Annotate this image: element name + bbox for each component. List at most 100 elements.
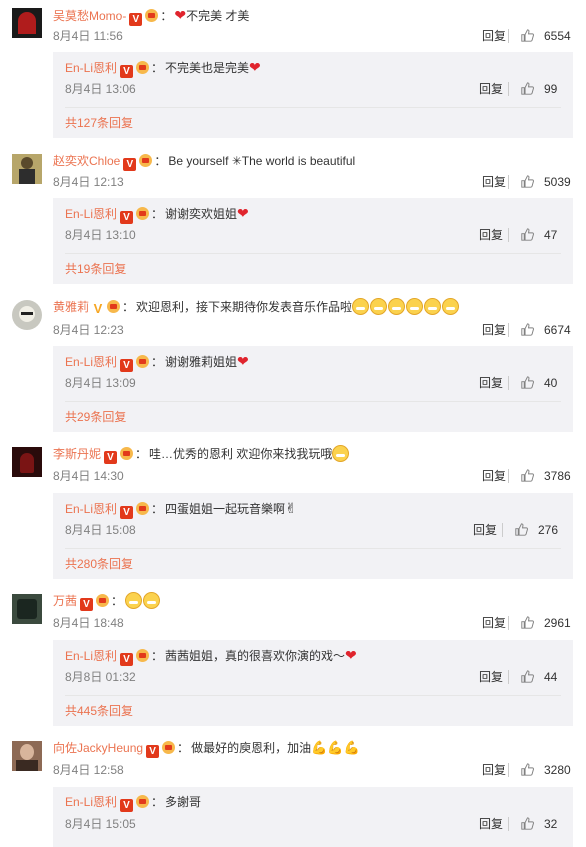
verified-v-icon: V bbox=[120, 359, 134, 372]
reply-like-button[interactable]: 276 bbox=[515, 521, 558, 539]
thumbs-up-icon bbox=[521, 817, 534, 830]
thumbs-up-icon bbox=[521, 175, 534, 188]
verified-v-icon: V bbox=[120, 65, 134, 78]
reply-reply-button[interactable]: 回复 bbox=[479, 668, 503, 686]
reply-button[interactable]: 回复 bbox=[482, 763, 506, 777]
comment-text: 哇…优秀的恩利 欢迎你来找我玩哦 bbox=[149, 447, 333, 461]
divider bbox=[65, 695, 561, 696]
divider bbox=[65, 107, 561, 108]
avatar[interactable] bbox=[12, 447, 42, 477]
more-replies-link[interactable]: 共445条回复 bbox=[65, 702, 133, 720]
comment-username[interactable]: 赵奕欢Chloe bbox=[53, 154, 120, 168]
like-button[interactable]: 6674 bbox=[521, 321, 571, 339]
thumbs-up-icon bbox=[521, 323, 534, 336]
like-count: 44 bbox=[544, 670, 558, 684]
thumbs-up-icon bbox=[521, 82, 534, 95]
reply-text: 谢谢雅莉姐姐 bbox=[165, 355, 238, 369]
reply-like-button[interactable]: 44 bbox=[521, 668, 557, 686]
comment-username[interactable]: 向佐JackyHeung bbox=[53, 741, 143, 755]
like-button[interactable]: 2961 bbox=[521, 614, 571, 632]
verified-v-icon: V bbox=[120, 653, 134, 666]
like-button[interactable]: 3280 bbox=[521, 761, 571, 779]
heart-emoji: ❤ bbox=[237, 353, 249, 369]
reply-time: 8月4日 15:05 bbox=[65, 817, 136, 831]
reply-thread: En-Li恩利 V：不完美也是完美❤ 8月4日 13:06 回复 99 共127条… bbox=[53, 52, 573, 138]
thumbs-up-icon bbox=[521, 469, 534, 482]
thumbs-up-icon bbox=[521, 228, 534, 241]
reply-button[interactable]: 回复 bbox=[482, 469, 506, 483]
grin-emoji bbox=[388, 298, 406, 315]
reply-thread: En-Li恩利 V：谢谢奕欢姐姐❤ 8月4日 13:10 回复 47 共19条回复 bbox=[53, 198, 573, 284]
comment-actions: 回复 bbox=[482, 27, 514, 45]
avatar[interactable] bbox=[12, 8, 42, 38]
vip-crown-icon bbox=[136, 795, 150, 808]
avatar[interactable] bbox=[12, 300, 42, 330]
reply-like-button[interactable]: 99 bbox=[521, 80, 557, 98]
divider bbox=[508, 376, 509, 390]
more-replies-link[interactable]: 共127条回复 bbox=[65, 114, 133, 132]
reply-username[interactable]: En-Li恩利 bbox=[65, 207, 117, 221]
avatar[interactable] bbox=[12, 741, 42, 771]
reply-time: 8月4日 13:10 bbox=[65, 228, 136, 242]
flexed-biceps-emoji: 💪💪💪 bbox=[311, 740, 360, 755]
comment-text: 不完美 才美 bbox=[186, 9, 250, 23]
more-replies-link[interactable]: 共29条回复 bbox=[65, 408, 126, 426]
like-count: 3280 bbox=[544, 763, 571, 777]
vip-crown-icon bbox=[96, 594, 110, 607]
reply-username[interactable]: En-Li恩利 bbox=[65, 61, 117, 75]
comment-content: 向佐JackyHeung V：做最好的庾恩利，加油💪💪💪 bbox=[53, 740, 360, 758]
reply-reply-button[interactable]: 回复 bbox=[479, 374, 503, 392]
grin-emoji bbox=[352, 298, 370, 315]
comment-time: 8月4日 12:23 bbox=[53, 323, 124, 337]
reply-username[interactable]: En-Li恩利 bbox=[65, 502, 117, 516]
reply-like-button[interactable]: 47 bbox=[521, 226, 557, 244]
reply-text: 四蛋姐姐一起玩音樂啊 bbox=[165, 502, 286, 516]
reply-reply-button[interactable]: 回复 bbox=[473, 521, 497, 539]
comment-username[interactable]: 万茜 bbox=[53, 594, 77, 608]
reply-content: En-Li恩利 V：不完美也是完美❤ bbox=[65, 59, 261, 78]
reply-time: 8月8日 01:32 bbox=[65, 670, 136, 684]
comment-username[interactable]: 李斯丹妮 bbox=[53, 447, 101, 461]
comment-username[interactable]: 黄雅莉 bbox=[53, 300, 89, 314]
reply-username[interactable]: En-Li恩利 bbox=[65, 649, 117, 663]
grin-emoji bbox=[424, 298, 442, 315]
reply-button[interactable]: 回复 bbox=[482, 29, 506, 43]
vip-crown-icon bbox=[145, 9, 159, 22]
comment-time: 8月4日 14:30 bbox=[53, 469, 124, 483]
vip-crown-icon bbox=[120, 447, 134, 460]
like-button[interactable]: 6554 bbox=[521, 27, 571, 45]
reply-text: 茜茜姐姐，真的很喜欢你演的戏～ bbox=[165, 649, 346, 663]
reply-username[interactable]: En-Li恩利 bbox=[65, 795, 117, 809]
verified-v-icon: V bbox=[120, 211, 134, 224]
reply-username[interactable]: En-Li恩利 bbox=[65, 355, 117, 369]
comment-content: 黄雅莉 V：欢迎恩利，接下来期待你发表音乐作品啦 bbox=[53, 298, 460, 316]
comment-username[interactable]: 吴莫愁Momo- bbox=[53, 9, 126, 23]
more-replies-link[interactable]: 共19条回复 bbox=[65, 260, 126, 278]
reply-reply-button[interactable]: 回复 bbox=[479, 80, 503, 98]
like-button[interactable]: 3786 bbox=[521, 467, 571, 485]
reply-like-button[interactable]: 32 bbox=[521, 815, 557, 833]
vip-crown-icon bbox=[136, 649, 150, 662]
reply-like-button[interactable]: 40 bbox=[521, 374, 557, 392]
victory-hand-emoji: ✌ bbox=[285, 500, 297, 516]
reply-button[interactable]: 回复 bbox=[482, 175, 506, 189]
verified-v-icon: V bbox=[104, 451, 118, 464]
comment-actions: 回复 bbox=[482, 467, 514, 485]
comment-content: 吴莫愁Momo- V： ❤不完美 才美 bbox=[53, 7, 250, 26]
reply-button[interactable]: 回复 bbox=[482, 323, 506, 337]
thumbs-up-icon bbox=[521, 763, 534, 776]
reply-thread: En-Li恩利 V：四蛋姐姐一起玩音樂啊✌ 8月4日 15:08 回复 276 共… bbox=[53, 493, 573, 579]
like-button[interactable]: 5039 bbox=[521, 173, 571, 191]
blush-emoji bbox=[143, 592, 161, 609]
reply-text: 不完美也是完美 bbox=[165, 61, 250, 75]
thumbs-up-icon bbox=[521, 29, 534, 42]
vip-crown-icon bbox=[136, 502, 150, 515]
reply-reply-button[interactable]: 回复 bbox=[479, 226, 503, 244]
reply-button[interactable]: 回复 bbox=[482, 616, 506, 630]
avatar[interactable] bbox=[12, 154, 42, 184]
reply-reply-button[interactable]: 回复 bbox=[479, 815, 503, 833]
vip-crown-icon bbox=[136, 355, 150, 368]
more-replies-link[interactable]: 共280条回复 bbox=[65, 555, 133, 573]
avatar[interactable] bbox=[12, 594, 42, 624]
blush-emoji bbox=[125, 592, 143, 609]
